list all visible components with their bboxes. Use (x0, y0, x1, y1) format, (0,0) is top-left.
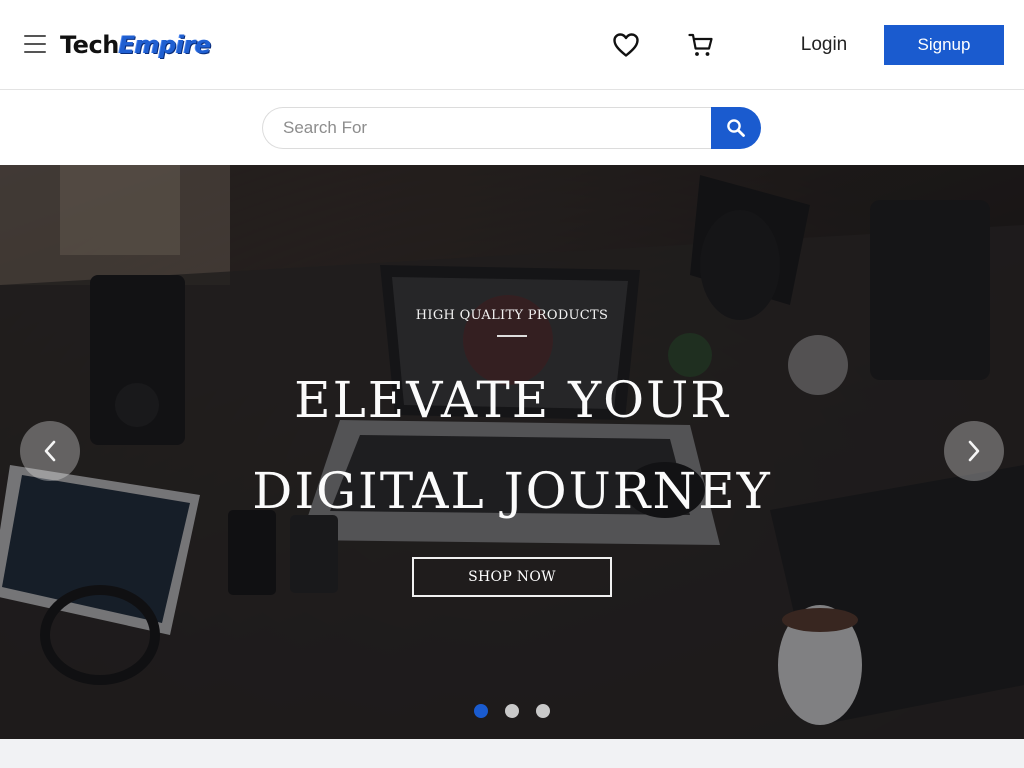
hero-title-line1: ELEVATE YOUR (294, 371, 730, 429)
hero-title-line2: DIGITAL JOURNEY (252, 462, 772, 520)
hero-kicker: HIGH QUALITY PRODUCTS (415, 308, 609, 323)
cart-icon[interactable] (686, 30, 716, 60)
login-link[interactable]: Login (790, 30, 858, 60)
carousel-prev-button[interactable] (20, 421, 80, 481)
carousel-dot-3[interactable] (536, 704, 550, 718)
chevron-left-icon (44, 440, 56, 462)
search-icon (727, 119, 745, 137)
section-strip (0, 739, 1024, 768)
logo[interactable]: TechEmpire (60, 28, 211, 62)
chevron-right-icon (968, 440, 980, 462)
hero-carousel: HIGH QUALITY PRODUCTS ELEVATE YOUR DIGIT… (0, 165, 1024, 739)
heart-icon[interactable] (611, 30, 641, 60)
carousel-dot-2[interactable] (505, 704, 519, 718)
site-header: TechEmpire Login Signup (0, 0, 1024, 90)
shop-now-button[interactable]: SHOP NOW (412, 557, 612, 597)
logo-text-empire: Empire (118, 31, 211, 59)
search-button[interactable] (711, 107, 761, 149)
carousel-next-button[interactable] (944, 421, 1004, 481)
hamburger-icon[interactable] (24, 35, 46, 53)
search-bar (262, 107, 761, 149)
search-input[interactable] (262, 107, 711, 149)
hero-content: HIGH QUALITY PRODUCTS ELEVATE YOUR DIGIT… (0, 165, 1024, 739)
logo-text-tech: Tech (60, 31, 119, 59)
carousel-indicators (474, 704, 550, 718)
hero-divider (497, 335, 527, 337)
carousel-dot-1[interactable] (474, 704, 488, 718)
signup-button[interactable]: Signup (884, 25, 1004, 65)
